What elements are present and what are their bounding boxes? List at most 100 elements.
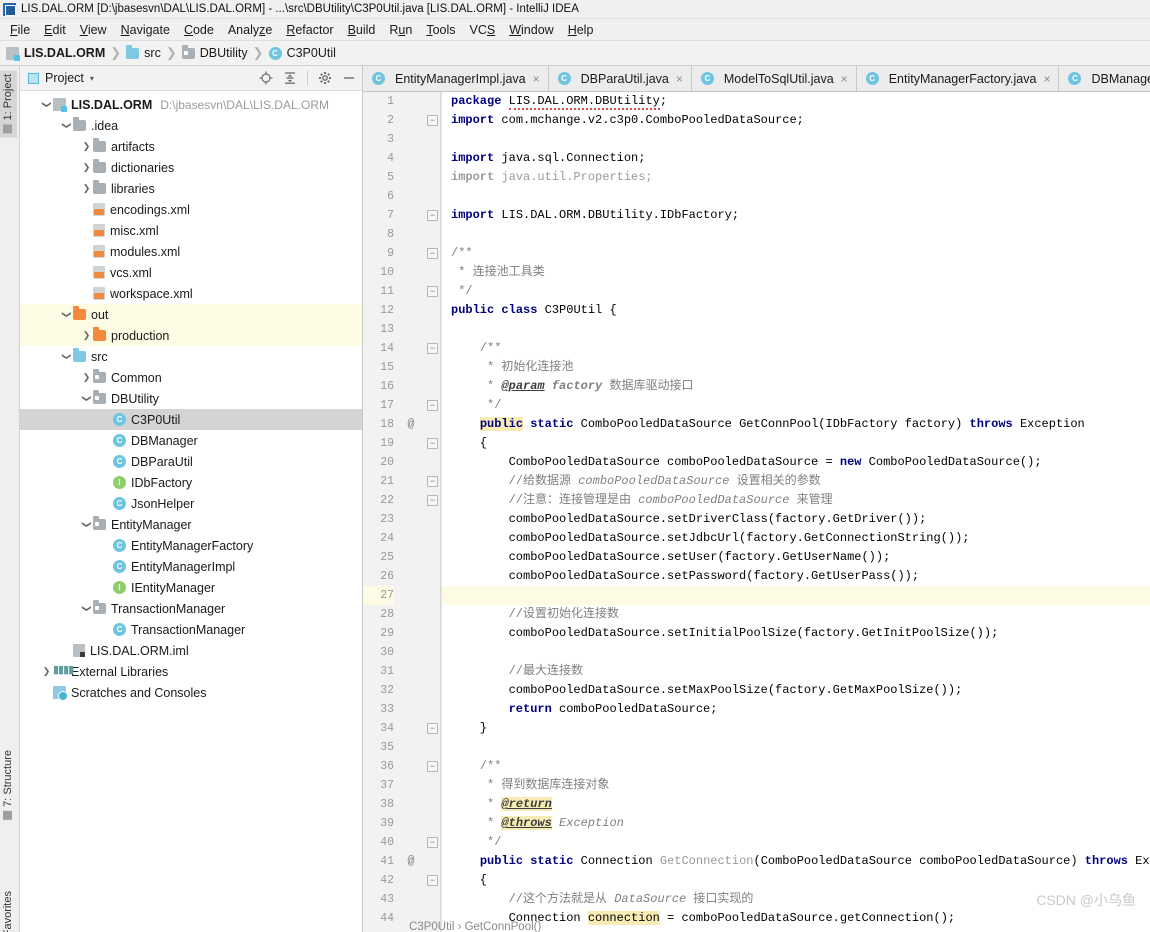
tree-node-entitymanager[interactable]: ❯ EntityManager bbox=[20, 514, 362, 535]
code-line[interactable]: comboPooledDataSource.setPassword(factor… bbox=[442, 567, 1150, 586]
menu-item-tools[interactable]: Tools bbox=[419, 21, 462, 39]
tree-node-libraries[interactable]: ❯ libraries bbox=[20, 178, 362, 199]
locate-target-icon[interactable] bbox=[259, 71, 273, 85]
code-line[interactable]: import java.util.Properties; bbox=[442, 168, 1150, 187]
collapse-icon[interactable]: − bbox=[427, 343, 438, 354]
override-marker-icon[interactable]: @ bbox=[400, 415, 422, 434]
code-fold-marker[interactable]: − bbox=[422, 472, 441, 491]
tree-node-workspace-xml[interactable]: workspace.xml bbox=[20, 283, 362, 304]
menu-item-refactor[interactable]: Refactor bbox=[279, 21, 340, 39]
code-line[interactable]: { bbox=[442, 871, 1150, 890]
chevron-right-icon[interactable]: ❯ bbox=[80, 163, 93, 172]
tree-node-src[interactable]: ❯ src bbox=[20, 346, 362, 367]
chevron-down-icon[interactable]: ❯ bbox=[62, 119, 72, 132]
tree-node-external-libraries[interactable]: ❯ External Libraries bbox=[20, 661, 362, 682]
code-line[interactable]: */ bbox=[442, 396, 1150, 415]
collapse-icon[interactable]: − bbox=[427, 286, 438, 297]
menu-item-build[interactable]: Build bbox=[341, 21, 383, 39]
editor-code-content[interactable]: package LIS.DAL.ORM.DBUtility; import com… bbox=[441, 92, 1150, 932]
menu-item-view[interactable]: View bbox=[73, 21, 114, 39]
menu-item-navigate[interactable]: Navigate bbox=[114, 21, 177, 39]
code-fold-marker[interactable]: − bbox=[422, 206, 441, 225]
code-line[interactable] bbox=[442, 320, 1150, 339]
tree-node--idea[interactable]: ❯ .idea bbox=[20, 115, 362, 136]
chevron-right-icon[interactable]: ❯ bbox=[80, 331, 93, 340]
code-line[interactable]: * @return bbox=[442, 795, 1150, 814]
chevron-down-icon[interactable]: ❯ bbox=[42, 98, 52, 111]
code-line[interactable]: return comboPooledDataSource; bbox=[442, 700, 1150, 719]
tree-node-encodings-xml[interactable]: encodings.xml bbox=[20, 199, 362, 220]
tree-node-dictionaries[interactable]: ❯ dictionaries bbox=[20, 157, 362, 178]
editor-tab-dbmanager-j[interactable]: C DBManager.j bbox=[1059, 66, 1150, 91]
collapse-icon[interactable]: − bbox=[427, 837, 438, 848]
close-icon[interactable]: × bbox=[841, 72, 848, 86]
code-line[interactable]: package LIS.DAL.ORM.DBUtility; bbox=[442, 92, 1150, 111]
tree-node-common[interactable]: ❯ Common bbox=[20, 367, 362, 388]
collapse-icon[interactable]: − bbox=[427, 875, 438, 886]
code-fold-marker[interactable]: − bbox=[422, 757, 441, 776]
tool-window-tab-project[interactable]: 1: Project bbox=[0, 70, 17, 138]
code-line[interactable] bbox=[442, 738, 1150, 757]
settings-gear-icon[interactable] bbox=[318, 71, 332, 85]
code-line[interactable]: /** bbox=[442, 339, 1150, 358]
override-marker-icon[interactable]: @ bbox=[400, 852, 422, 871]
tree-node-entitymanagerimpl[interactable]: C EntityManagerImpl bbox=[20, 556, 362, 577]
code-line[interactable]: //最大连接数 bbox=[442, 662, 1150, 681]
collapse-icon[interactable]: − bbox=[427, 761, 438, 772]
chevron-down-icon[interactable]: ❯ bbox=[62, 308, 72, 321]
code-line[interactable] bbox=[442, 586, 1150, 605]
code-line[interactable]: * 得到数据库连接对象 bbox=[442, 776, 1150, 795]
menu-item-code[interactable]: Code bbox=[177, 21, 221, 39]
code-fold-marker[interactable]: − bbox=[422, 491, 441, 510]
code-line[interactable]: //设置初始化连接数 bbox=[442, 605, 1150, 624]
tree-node-jsonhelper[interactable]: C JsonHelper bbox=[20, 493, 362, 514]
code-line[interactable]: comboPooledDataSource.setDriverClass(fac… bbox=[442, 510, 1150, 529]
code-line[interactable] bbox=[442, 225, 1150, 244]
code-line[interactable]: comboPooledDataSource.setUser(factory.Ge… bbox=[442, 548, 1150, 567]
collapse-all-icon[interactable] bbox=[283, 71, 297, 85]
tree-node-dbmanager[interactable]: C DBManager bbox=[20, 430, 362, 451]
code-line[interactable]: comboPooledDataSource.setJdbcUrl(factory… bbox=[442, 529, 1150, 548]
code-line[interactable]: import LIS.DAL.ORM.DBUtility.IDbFactory; bbox=[442, 206, 1150, 225]
editor-annotation-gutter[interactable]: @ @ bbox=[400, 92, 422, 932]
code-line[interactable]: * @param factory 数据库驱动接口 bbox=[442, 377, 1150, 396]
code-line[interactable]: */ bbox=[442, 833, 1150, 852]
editor-tab-modeltosqlutil-java[interactable]: C ModelToSqlUtil.java × bbox=[691, 66, 857, 91]
code-fold-marker[interactable]: − bbox=[422, 719, 441, 738]
code-line[interactable]: * 连接池工具类 bbox=[442, 263, 1150, 282]
tree-node-entitymanagerfactory[interactable]: C EntityManagerFactory bbox=[20, 535, 362, 556]
tree-node-modules-xml[interactable]: modules.xml bbox=[20, 241, 362, 262]
tree-node-scratches-and-consoles[interactable]: Scratches and Consoles bbox=[20, 682, 362, 703]
project-tree[interactable]: ❯ LIS.DAL.ORM D:\jbasesvn\DAL\LIS.DAL.ORM ❯… bbox=[20, 91, 362, 932]
tree-node-lis-dal-orm-iml[interactable]: LIS.DAL.ORM.iml bbox=[20, 640, 362, 661]
tree-node-transactionmanager[interactable]: C TransactionManager bbox=[20, 619, 362, 640]
tree-node-idbfactory[interactable]: I IDbFactory bbox=[20, 472, 362, 493]
code-line[interactable]: */ bbox=[442, 282, 1150, 301]
tree-node-c3p0util[interactable]: C C3P0Util bbox=[20, 409, 362, 430]
collapse-icon[interactable]: − bbox=[427, 248, 438, 259]
code-line[interactable]: //给数据源 comboPooledDataSource 设置相关的参数 bbox=[442, 472, 1150, 491]
code-line[interactable]: public static Connection GetConnection(C… bbox=[442, 852, 1150, 871]
menu-item-vcs[interactable]: VCS bbox=[463, 21, 503, 39]
menu-item-file[interactable]: File bbox=[3, 21, 37, 39]
tree-node-lis-dal-orm[interactable]: ❯ LIS.DAL.ORM D:\jbasesvn\DAL\LIS.DAL.ORM bbox=[20, 94, 362, 115]
code-line[interactable]: import com.mchange.v2.c3p0.ComboPooledDa… bbox=[442, 111, 1150, 130]
collapse-icon[interactable]: − bbox=[427, 400, 438, 411]
code-fold-marker[interactable]: − bbox=[422, 833, 441, 852]
code-line[interactable]: ComboPooledDataSource comboPooledDataSou… bbox=[442, 453, 1150, 472]
code-fold-marker[interactable]: − bbox=[422, 396, 441, 415]
tree-node-production[interactable]: ❯ production bbox=[20, 325, 362, 346]
code-line[interactable] bbox=[442, 643, 1150, 662]
collapse-icon[interactable]: − bbox=[427, 495, 438, 506]
chevron-right-icon[interactable]: ❯ bbox=[40, 667, 53, 676]
code-line[interactable]: public class C3P0Util { bbox=[442, 301, 1150, 320]
menu-item-run[interactable]: Run bbox=[382, 21, 419, 39]
collapse-icon[interactable]: − bbox=[427, 438, 438, 449]
tree-node-dbutility[interactable]: ❯ DBUtility bbox=[20, 388, 362, 409]
code-line[interactable]: Connection connection = comboPooledDataS… bbox=[442, 909, 1150, 928]
code-fold-marker[interactable]: − bbox=[422, 282, 441, 301]
chevron-right-icon[interactable]: ❯ bbox=[80, 184, 93, 193]
editor-fold-gutter[interactable]: − − − − − − − − − − − − − bbox=[422, 92, 441, 932]
tree-node-out[interactable]: ❯ out bbox=[20, 304, 362, 325]
tree-node-artifacts[interactable]: ❯ artifacts bbox=[20, 136, 362, 157]
